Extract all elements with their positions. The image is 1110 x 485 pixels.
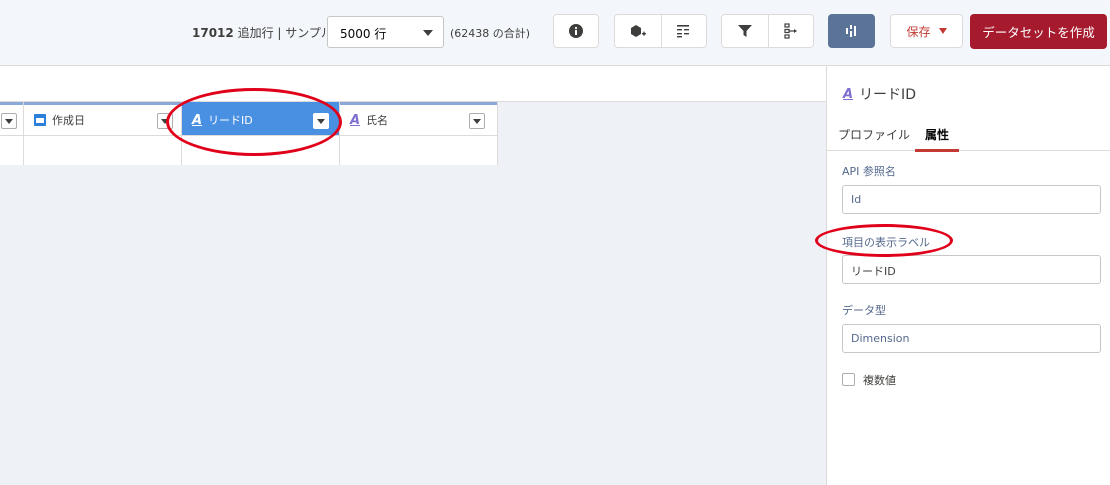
- attribute-panel: A リードID プロファイル 属性 API 参照名 Id 項目の表示ラベル リー…: [826, 66, 1110, 485]
- chart-view-button[interactable]: [828, 14, 875, 48]
- column-created-date[interactable]: 作成日: [24, 102, 182, 165]
- column-header[interactable]: A 氏名: [340, 102, 497, 136]
- tree-button[interactable]: [767, 15, 814, 47]
- data-type-field[interactable]: Dimension: [842, 324, 1101, 353]
- multivalue-label: 複数値: [863, 374, 896, 387]
- transform-button[interactable]: [660, 15, 707, 47]
- column-label: 作成日: [52, 114, 85, 127]
- sample-size-select[interactable]: 5000 行: [327, 16, 444, 48]
- panel-title-text: リードID: [859, 87, 916, 103]
- text-type-icon: A: [350, 112, 361, 128]
- annotation-ellipse-label: [815, 224, 953, 257]
- column-name[interactable]: A 氏名: [340, 102, 498, 165]
- calendar-icon: [34, 114, 46, 126]
- annotation-ellipse-column: [166, 88, 342, 156]
- node-button-group: [614, 14, 707, 48]
- column-header[interactable]: 作成日: [24, 102, 181, 136]
- column-header[interactable]: [0, 102, 23, 136]
- create-dataset-button[interactable]: データセットを作成: [970, 14, 1107, 49]
- api-name-field[interactable]: Id: [842, 185, 1101, 214]
- added-rows-suffix: 追加行 |: [233, 26, 286, 40]
- added-row-count: 17012: [192, 26, 234, 40]
- api-name-label: API 参照名: [842, 165, 896, 178]
- caret-down-icon: [938, 28, 947, 34]
- tab-attributes[interactable]: 属性: [915, 126, 960, 152]
- column-menu-button[interactable]: [1, 113, 17, 129]
- sample-size-value: 5000 行: [340, 27, 387, 41]
- column-menu-button[interactable]: [469, 113, 485, 129]
- text-type-icon: A: [843, 86, 854, 102]
- filter-button-group: [721, 14, 814, 48]
- chevron-down-icon: [423, 30, 433, 36]
- tab-profile[interactable]: プロファイル: [838, 126, 910, 143]
- total-row-count: (62438 の合計): [450, 27, 531, 40]
- display-label-field[interactable]: リードID: [842, 255, 1101, 284]
- data-type-label: データ型: [842, 304, 886, 317]
- filter-button[interactable]: [722, 15, 768, 47]
- column-label: 氏名: [366, 114, 389, 127]
- info-icon: [569, 24, 583, 38]
- panel-title: A リードID: [843, 84, 916, 104]
- panel-tabs: プロファイル 属性: [827, 120, 1110, 152]
- save-button[interactable]: 保存: [890, 14, 963, 48]
- tree-icon: [784, 23, 797, 39]
- transform-icon: [676, 25, 689, 38]
- chart-icon: [845, 25, 856, 37]
- add-node-button[interactable]: [615, 15, 661, 47]
- add-node-icon: [630, 25, 646, 37]
- column-partial[interactable]: [0, 102, 24, 165]
- info-button[interactable]: [553, 14, 599, 48]
- filter-icon: [737, 25, 752, 37]
- toolbar: 17012 追加行 | サンプル: 5000 行 (62438 の合計) 保存 …: [0, 0, 1110, 66]
- multivalue-checkbox[interactable]: [842, 373, 855, 386]
- save-button-label: 保存: [906, 24, 931, 39]
- row-count-info: 17012 追加行 | サンプル:: [192, 24, 337, 41]
- grid-top-strip: [0, 66, 826, 102]
